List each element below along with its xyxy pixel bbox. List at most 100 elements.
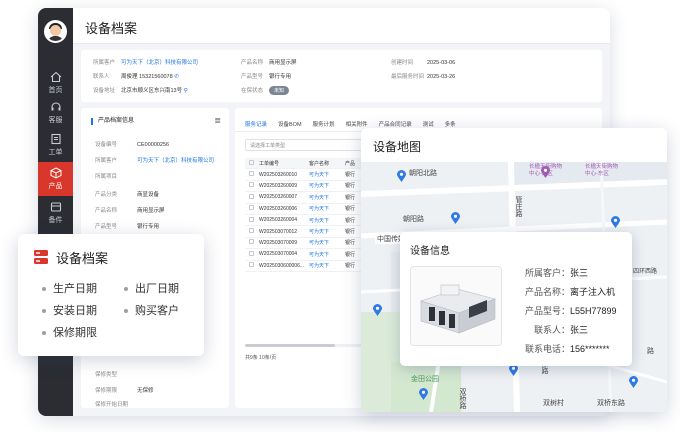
- table-row[interactable]: W202503260007 可为天下 银行: [245, 192, 371, 204]
- device-summary-card: 所属客户 可为天下（北京）科技有限公司 联系人 周俊理 15321560078 ✆ …: [81, 50, 602, 102]
- feature-item: 安装日期: [42, 302, 97, 318]
- horizontal-scrollbar[interactable]: [245, 344, 371, 347]
- info-product-model: 产品型号 银行专用: [241, 74, 292, 80]
- info-created: 创建时间 2025-03-06: [391, 60, 456, 66]
- nav-label-service: 客服: [48, 117, 63, 124]
- map-pin-icon[interactable]: [397, 170, 406, 182]
- nav-label-parts: 备件: [48, 217, 63, 224]
- nav-item-product[interactable]: 产品: [38, 162, 73, 196]
- nav-label-home: 首页: [48, 87, 63, 94]
- showcase-stage: 首页 客服 工单 产品 备件 设备档案 所属客户 可为天下（北京）科技有限公司 …: [0, 0, 680, 432]
- road-label: 路: [647, 348, 654, 355]
- feature-item: 出厂日期: [124, 280, 179, 296]
- table-header: 工单编号 客户名称 产品: [245, 158, 371, 170]
- headset-icon: [50, 102, 61, 111]
- page-title: 设备档案: [85, 21, 138, 36]
- poi-pin-icon[interactable]: [541, 166, 550, 178]
- park-label: 金田公园: [411, 376, 439, 383]
- road-label: 双树村: [543, 400, 564, 407]
- popup-row: 产品名称：离子注入机: [524, 287, 616, 297]
- road-label: 朝阳路: [403, 216, 424, 223]
- info-product-name: 产品名称 商用显示屏: [241, 60, 297, 66]
- ticket-icon: [50, 133, 61, 145]
- archive-title: 设备档案: [56, 251, 109, 266]
- row-checkbox[interactable]: [249, 171, 254, 177]
- nav-label-product: 产品: [48, 183, 63, 190]
- row-checkbox[interactable]: [249, 193, 254, 199]
- poi-label[interactable]: 长楹天街购物 中心-东区: [585, 164, 618, 178]
- status-badge: 未知: [269, 86, 290, 95]
- lp-row: 产品名称 商用显示屏: [95, 208, 165, 214]
- table-row[interactable]: W202503260010 可为天下 银行: [245, 169, 371, 181]
- nav-item-parts[interactable]: 备件: [38, 196, 73, 230]
- lp-row: 所属客户 可为天下（北京）科技有限公司: [95, 158, 215, 164]
- table-row[interactable]: W202503260009 可为天下 银行: [245, 181, 371, 193]
- table-row[interactable]: W202503260006 可为天下 银行: [245, 204, 371, 215]
- home-icon: [50, 71, 61, 83]
- parts-icon: [50, 202, 61, 212]
- ticket-type-select[interactable]: 请选择工单类型: [245, 139, 365, 151]
- menu-icon[interactable]: ≣: [214, 116, 221, 125]
- lp-row: 产品分类 商显设备: [95, 192, 160, 198]
- popup-row: 产品型号：L55H77899: [524, 306, 617, 316]
- feature-item: 购买客户: [124, 302, 179, 318]
- row-checkbox[interactable]: [249, 239, 254, 245]
- road-label: 四环西路: [633, 269, 658, 275]
- lp-row: 保修类型: [95, 372, 118, 378]
- customer-link[interactable]: 可为天下（北京）科技有限公司: [121, 60, 198, 66]
- table-row[interactable]: W202503070012 可为天下 银行: [245, 226, 371, 238]
- customer-link[interactable]: 可为天下（北京）科技有限公司: [137, 158, 214, 164]
- page-header: 设备档案: [73, 8, 610, 44]
- popup-row: 所属客户：张三: [524, 268, 589, 278]
- info-warranty-status: 在保状态 未知: [241, 86, 290, 95]
- machine-image: [410, 266, 502, 346]
- phone-icon[interactable]: ✆: [174, 74, 179, 80]
- device-info-popup: 设备信息 所属客户：张三 产品名称：离子注入机 产品型号：L55H77899 联…: [400, 232, 632, 366]
- table-row[interactable]: W2025030600006... 可为天下 银行: [245, 261, 371, 272]
- road-label: 管庄路: [515, 196, 522, 217]
- table-row[interactable]: W202503260004 可为天下 银行: [245, 215, 371, 227]
- nav-label-ticket: 工单: [48, 149, 63, 156]
- popup-row: 联系人：张三: [533, 325, 589, 335]
- table-row[interactable]: W202503070004 可为天下 银行: [245, 249, 371, 261]
- box-icon: [50, 167, 61, 179]
- info-last-service: 最后服务时间 2025-03-26: [391, 74, 456, 80]
- lp-row: 保修开始日期: [95, 402, 129, 408]
- map-pin-icon[interactable]: [611, 216, 620, 228]
- row-checkbox[interactable]: [249, 250, 254, 256]
- ion-implanter-image: [420, 284, 496, 334]
- popup-row: 联系电话：156*******: [524, 344, 610, 354]
- road-label: 双桥东路: [597, 400, 625, 407]
- row-checkbox[interactable]: [249, 216, 254, 222]
- row-checkbox[interactable]: [249, 228, 254, 234]
- info-customer: 所属客户 可为天下（北京）科技有限公司: [93, 60, 199, 66]
- select-all-checkbox[interactable]: [249, 159, 254, 165]
- info-contact: 联系人 周俊理 15321560078 ✆: [93, 74, 179, 80]
- avatar[interactable]: [44, 20, 67, 43]
- feature-item: 生产日期: [42, 280, 97, 296]
- map-pin-icon[interactable]: [451, 212, 460, 224]
- nav-item-ticket[interactable]: 工单: [38, 128, 73, 162]
- popup-title: 设备信息: [410, 246, 450, 257]
- column-header[interactable]: 客户名称: [309, 160, 345, 167]
- row-checkbox[interactable]: [249, 205, 254, 211]
- map-pin-icon[interactable]: [419, 388, 428, 400]
- info-address: 设备地址 北京市顺义区东兴南13号 ⚲: [93, 88, 188, 94]
- nav-item-home[interactable]: 首页: [38, 66, 73, 100]
- feature-item: 保修期限: [42, 324, 97, 340]
- location-pin-icon[interactable]: ⚲: [184, 88, 188, 94]
- table-row[interactable]: W202503070009 可为天下 银行: [245, 238, 371, 250]
- panel-title: 产品档案信息: [91, 118, 134, 125]
- road-label: 双桥路: [459, 388, 466, 409]
- archive-icon: [34, 250, 48, 264]
- lp-row: 产品型号 银行专用: [95, 224, 160, 230]
- lp-row: 设备编号 CE00000256: [95, 142, 170, 148]
- row-checkbox[interactable]: [249, 262, 254, 268]
- row-checkbox[interactable]: [249, 182, 254, 188]
- map-title: 设备地图: [373, 140, 422, 154]
- nav-item-service[interactable]: 客服: [38, 96, 73, 130]
- map-pin-icon[interactable]: [629, 376, 638, 388]
- column-header[interactable]: 工单编号: [259, 160, 309, 167]
- pagination[interactable]: 共9条 10条/页: [245, 354, 276, 361]
- map-pin-icon[interactable]: [373, 304, 382, 316]
